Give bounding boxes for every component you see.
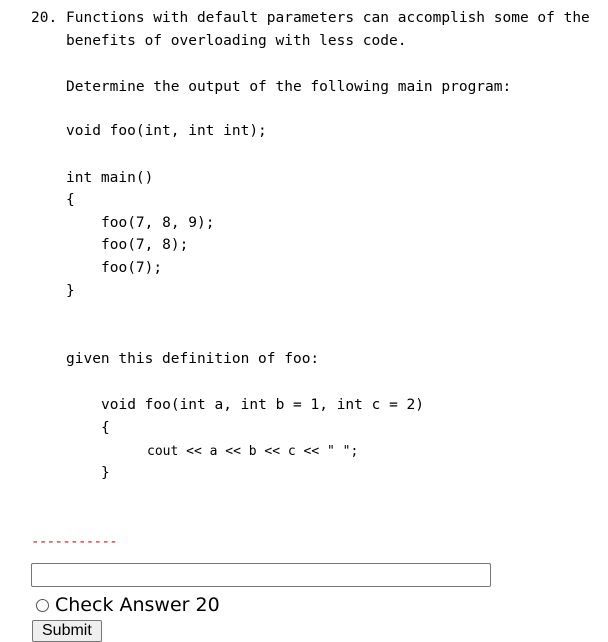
code-line: int main() bbox=[66, 170, 154, 186]
question-intro-line2: benefits of overloading with less code. bbox=[66, 33, 407, 49]
code-line: } bbox=[66, 283, 75, 299]
code-line: foo(7, 8, 9); bbox=[101, 215, 215, 231]
answer-input[interactable] bbox=[31, 563, 491, 587]
radio-button[interactable] bbox=[36, 598, 49, 612]
answer-separator: ----------- bbox=[31, 534, 118, 550]
given-text: given this definition of foo: bbox=[66, 351, 320, 367]
code-line: } bbox=[101, 465, 110, 481]
question-number: 20. bbox=[31, 10, 58, 26]
question-intro-line1: Functions with default parameters can ac… bbox=[66, 10, 590, 26]
question-prompt: Determine the output of the following ma… bbox=[66, 79, 512, 95]
submit-button[interactable]: Submit bbox=[32, 620, 102, 642]
code-line: { bbox=[66, 192, 75, 208]
code-line: cout << a << b << c << " "; bbox=[147, 444, 359, 459]
code-line: void foo(int a, int b = 1, int c = 2) bbox=[101, 397, 425, 413]
check-answer-label: Check Answer 20 bbox=[55, 594, 220, 616]
check-answer-option[interactable]: Check Answer 20 bbox=[36, 594, 220, 616]
code-line: foo(7); bbox=[101, 260, 163, 276]
code-line: { bbox=[101, 420, 110, 436]
code-line: foo(7, 8); bbox=[101, 237, 189, 253]
code-line: void foo(int, int int); bbox=[66, 123, 267, 139]
